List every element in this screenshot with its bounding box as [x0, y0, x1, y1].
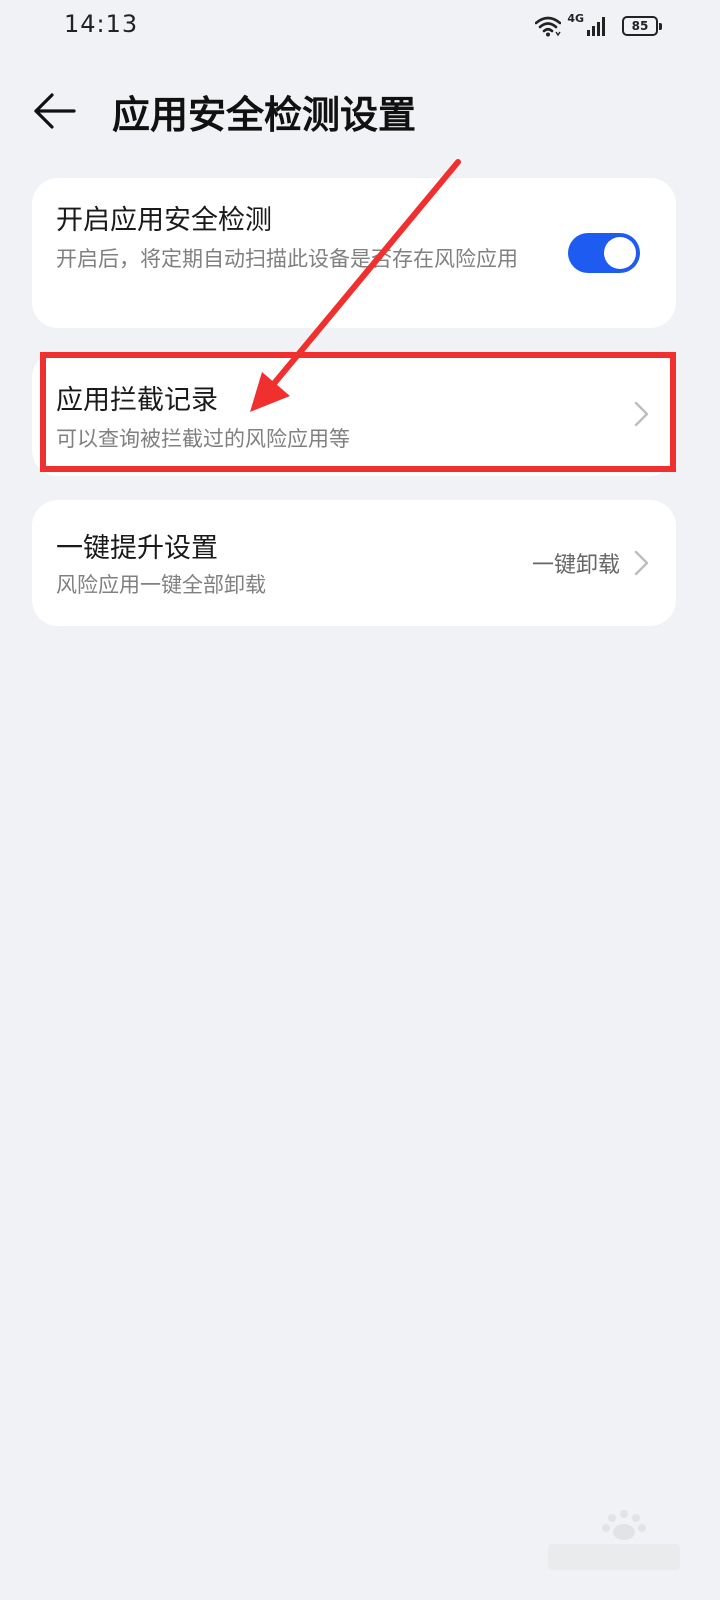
- header: 应用安全检测设置: [0, 70, 720, 150]
- wifi-icon: [535, 15, 562, 37]
- chevron-right-icon: [632, 399, 652, 429]
- battery-level: 85: [631, 19, 649, 33]
- one-click-upgrade-value: 一键卸载: [531, 553, 620, 578]
- block-records-item[interactable]: 应用拦截记录 可以查询被拦截过的风险应用等: [32, 352, 676, 476]
- status-bar: 14:13 4G 85: [0, 0, 720, 56]
- security-scan-title: 开启应用安全检测: [56, 205, 272, 236]
- chevron-right-icon: [632, 548, 652, 578]
- security-scan-description: 开启后，将定期自动扫描此设备是否存在风险应用: [56, 247, 518, 271]
- one-click-upgrade-title: 一键提升设置: [56, 533, 218, 564]
- back-arrow-icon[interactable]: [30, 86, 80, 136]
- one-click-upgrade-item[interactable]: 一键提升设置 风险应用一键全部卸载 一键卸载: [32, 500, 676, 626]
- block-records-title: 应用拦截记录: [56, 385, 218, 416]
- security-scan-toggle[interactable]: [568, 233, 640, 273]
- toggle-knob: [604, 237, 636, 269]
- one-click-upgrade-description: 风险应用一键全部卸载: [56, 573, 266, 597]
- block-records-description: 可以查询被拦截过的风险应用等: [56, 427, 350, 451]
- battery-icon: 85: [622, 16, 662, 36]
- security-scan-setting[interactable]: 开启应用安全检测 开启后，将定期自动扫描此设备是否存在风险应用: [32, 178, 676, 328]
- status-icons: 4G 85: [535, 11, 662, 40]
- page-title: 应用安全检测设置: [112, 93, 417, 137]
- watermark-logo-icon: [548, 1510, 680, 1570]
- network-type-label: 4G: [567, 11, 584, 25]
- status-time: 14:13: [64, 10, 139, 38]
- signal-icon: [586, 15, 608, 37]
